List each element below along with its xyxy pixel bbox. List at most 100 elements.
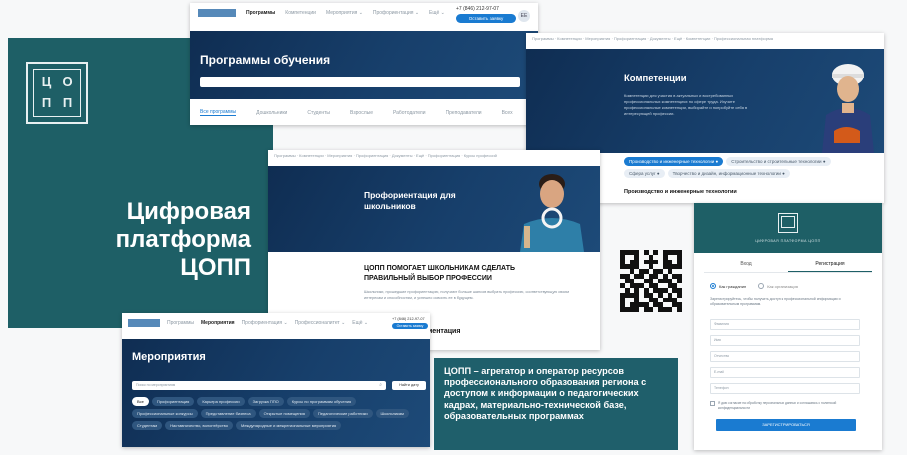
filter-chip[interactable]: Открытые помещения [258, 409, 310, 418]
filter-chip[interactable]: Международные и межрегиональные мероприя… [235, 421, 342, 430]
field-label: Имя [714, 338, 721, 342]
filter-chip[interactable]: Профориентация [151, 397, 195, 406]
caption-box: ЦОПП – агрегатор и оператор ресурсов про… [434, 358, 678, 450]
radio-citizen[interactable]: Как гражданин [710, 283, 746, 289]
auth-form: Вход Регистрация Как гражданин Как орган… [704, 255, 872, 445]
tab[interactable]: Работодатели [393, 110, 426, 116]
filter-chip[interactable]: Наставничество, волонтёрство [165, 421, 233, 430]
career-heading: ЦОПП ПОМОГАЕТ ШКОЛЬНИКАМ СДЕЛАТЬ ПРАВИЛЬ… [364, 265, 516, 282]
collage-canvas: Ц О П П Цифровая платформа ЦОПП Программ… [0, 0, 907, 455]
competency-chip[interactable]: Производство и инженерные технологии ● [624, 157, 724, 166]
field-phone[interactable]: Телефон [710, 383, 860, 394]
auth-logo-caption: ЦИФРОВАЯ ПЛАТФОРМА ЦОПП [755, 239, 821, 243]
auth-info: Зарегистрируйтесь, чтобы получить доступ… [710, 297, 841, 306]
tab[interactable]: Студенты [307, 110, 330, 116]
nav-item[interactable]: Компетенции [285, 10, 316, 16]
filter-chip[interactable]: Студентам [132, 421, 163, 430]
phone-number[interactable]: +7 (846) 212-97-07 [392, 317, 428, 321]
events-search-input[interactable]: Поиск по мероприятиям ⌕ [132, 381, 386, 390]
tab[interactable]: Взрослые [350, 110, 373, 116]
tab[interactable]: Преподаватели [446, 110, 482, 116]
consent-row: Я даю согласие на обработку персональных… [710, 401, 866, 410]
auth-tabs: Вход Регистрация [704, 257, 872, 273]
competency-chips: Производство и инженерные технологии ● С… [624, 157, 874, 178]
site-logo [198, 9, 236, 17]
field-name[interactable]: Имя [710, 335, 860, 346]
filter-chip[interactable]: Профессиональные конкурсы [132, 409, 198, 418]
nav-item[interactable]: Профориентация ⌄ [373, 10, 419, 16]
brand-title-line: Цифровая [126, 198, 251, 225]
tab[interactable]: Всех [502, 110, 513, 116]
radio-label: Как гражданин [719, 283, 747, 289]
career-nav[interactable]: Программы · Компетенции · Мероприятия · … [274, 153, 596, 158]
tab-register[interactable]: Регистрация [788, 257, 872, 272]
auth-logo [778, 213, 798, 233]
header-contact: +7 (846) 212-97-07 Оставить заявку [456, 6, 516, 23]
nav-item[interactable]: Мероприятия ⌄ [326, 10, 363, 16]
audience-tabs: Все программы Дошкольники Студенты Взрос… [200, 109, 513, 116]
radio-selected-icon [710, 283, 716, 289]
competencies-nav[interactable]: Программы · Компетенции · Мероприятия · … [532, 36, 882, 41]
tab-login[interactable]: Вход [704, 257, 788, 272]
student-photo [516, 168, 588, 252]
nav-item[interactable]: Мероприятия [201, 320, 235, 326]
worker-photo [816, 57, 878, 153]
account-type: Как гражданин Как организация [710, 283, 798, 289]
search-icon: ⌕ [379, 382, 382, 388]
date-filter-button[interactable]: Найти дату [392, 381, 426, 390]
radio-organization[interactable]: Как организация [758, 283, 798, 289]
competency-chip[interactable]: Сфера услуг ● [624, 169, 665, 178]
radio-label: Как организация [767, 283, 798, 289]
field-patronymic[interactable]: Отчество [710, 351, 860, 362]
apply-button[interactable]: Оставить заявку [392, 323, 428, 329]
phone-number[interactable]: +7 (846) 212-97-07 [456, 6, 516, 12]
career-hero-title: Профориентация для школьников [364, 190, 456, 211]
career-body: Школьники, прошедшие профориентацию, пол… [364, 290, 569, 300]
field-email[interactable]: E-mail [710, 367, 860, 378]
nav-item[interactable]: Ещё ⌄ [429, 10, 445, 16]
programs-screen: Программы Компетенции Мероприятия ⌄ Проф… [190, 3, 538, 125]
apply-button[interactable]: Оставить заявку [456, 14, 516, 23]
filter-chip[interactable]: Представление бизнеса [200, 409, 256, 418]
consent-checkbox[interactable] [710, 401, 715, 406]
logo-letter: Ц [41, 74, 52, 89]
nav-item[interactable]: Ещё ⌄ [352, 320, 368, 326]
career-subheading: иентация [428, 328, 461, 335]
filter-chip[interactable]: Курсы по программам обучения [286, 397, 357, 406]
competencies-description: Компетенции для участия в актуальных и в… [624, 93, 748, 116]
filter-chip[interactable]: Карьера профессии [197, 397, 245, 406]
auth-screen: ЦИФРОВАЯ ПЛАТФОРМА ЦОПП Вход Регистрация… [694, 203, 882, 450]
programs-hero: Программы обучения [190, 31, 538, 99]
search-input[interactable] [200, 77, 520, 87]
field-label: Телефон [714, 386, 729, 390]
nav-item[interactable]: Программы [167, 320, 194, 326]
consent-text: Я даю согласие на обработку персональных… [718, 401, 837, 410]
field-label: E-mail [714, 370, 724, 374]
tab[interactable]: Дошкольники [256, 110, 287, 116]
brand-title-line: ЦОПП [180, 254, 251, 281]
nav-item[interactable]: Программы [246, 10, 275, 16]
events-title: Мероприятия [132, 351, 206, 363]
events-hero: Мероприятия Поиск по мероприятиям ⌕ Найт… [122, 339, 430, 447]
competencies-title: Компетенции [624, 73, 687, 84]
field-label: Фамилия [714, 322, 729, 326]
events-header: Программы Мероприятия Профориентация ⌄ П… [128, 319, 368, 327]
field-surname[interactable]: Фамилия [710, 319, 860, 330]
competency-section-title: Производство и инженерные технологии [624, 189, 737, 195]
filter-chip[interactable]: Школьникам [375, 409, 409, 418]
page-title: Программы обучения [200, 53, 331, 67]
filter-chip-all[interactable]: Все [132, 397, 149, 406]
competencies-hero: Компетенции Компетенции для участия в ак… [526, 49, 884, 153]
register-button[interactable]: ЗАРЕГИСТРИРОВАТЬСЯ [716, 419, 856, 431]
tab-all[interactable]: Все программы [200, 109, 237, 116]
site-logo [128, 319, 160, 327]
competency-chip[interactable]: Творчество и дизайн, информационные техн… [667, 169, 790, 178]
nav-item[interactable]: Профориентация ⌄ [242, 320, 288, 326]
filter-chip[interactable]: Педагогические работники [312, 409, 373, 418]
caption-text: ЦОПП – агрегатор и оператор ресурсов про… [444, 366, 647, 421]
competency-chip[interactable]: Строительство и строительные технологии … [726, 157, 831, 166]
avatar[interactable]: ЕЕ [518, 10, 530, 22]
brand-title: Цифровая платформа ЦОПП [116, 198, 251, 282]
filter-chip[interactable]: Загрузка ППО [247, 397, 284, 406]
nav-item[interactable]: Профессионалитет ⌄ [295, 320, 346, 326]
